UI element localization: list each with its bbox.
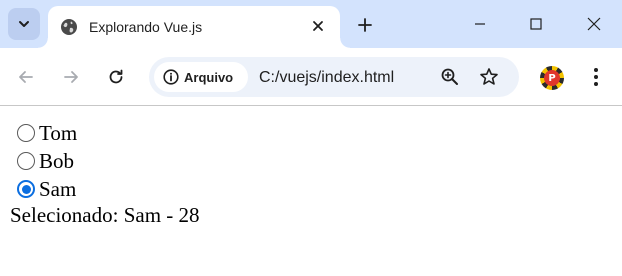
- star-icon: [480, 68, 498, 85]
- address-bar[interactable]: Arquivo C:/vuejs/index.html: [149, 57, 519, 97]
- radio-label: Bob: [39, 149, 75, 173]
- maximize-icon: [530, 18, 542, 30]
- radio-label: Sam: [39, 177, 77, 201]
- more-vertical-icon: [594, 68, 598, 86]
- tab-strip: Explorando Vue.js: [0, 0, 622, 48]
- back-button[interactable]: [11, 62, 41, 92]
- url-text[interactable]: C:/vuejs/index.html: [259, 68, 394, 87]
- close-icon: [313, 21, 323, 31]
- radio-label: Tom: [39, 121, 78, 145]
- radio-option-bob[interactable]: Bob: [17, 148, 74, 174]
- minimize-icon: [475, 23, 485, 25]
- info-icon: [163, 69, 179, 85]
- radio-button[interactable]: [17, 124, 35, 142]
- zoom-in-icon: [441, 68, 458, 85]
- profile-avatar[interactable]: P: [540, 66, 564, 90]
- tab-search-button[interactable]: [8, 8, 40, 40]
- site-info-chip[interactable]: Arquivo: [154, 62, 248, 92]
- plus-icon: [358, 18, 372, 32]
- bookmark-button[interactable]: [477, 65, 501, 89]
- browser-toolbar: Arquivo C:/vuejs/index.html P: [0, 48, 622, 106]
- back-arrow-icon: [19, 71, 33, 83]
- chevron-down-icon: [19, 21, 29, 27]
- tab-active[interactable]: Explorando Vue.js: [38, 6, 350, 48]
- page-content: Tom Bob Sam Selecionado: Sam - 28: [0, 107, 622, 276]
- radio-button-selected[interactable]: [17, 180, 35, 198]
- forward-button[interactable]: [56, 62, 86, 92]
- new-tab-button[interactable]: [352, 12, 378, 38]
- minimize-button[interactable]: [452, 0, 508, 48]
- window-close-button[interactable]: [566, 0, 622, 48]
- selected-output: Selecionado: Sam - 28: [10, 203, 200, 227]
- reload-button[interactable]: [101, 62, 131, 92]
- tab-close-button[interactable]: [308, 16, 328, 36]
- zoom-button[interactable]: [438, 65, 462, 89]
- maximize-button[interactable]: [508, 0, 564, 48]
- forward-arrow-icon: [64, 71, 78, 83]
- close-icon: [587, 17, 601, 31]
- reload-icon: [109, 69, 123, 84]
- radio-button[interactable]: [17, 152, 35, 170]
- browser-menu-button[interactable]: [584, 62, 608, 92]
- tab-title: Explorando Vue.js: [89, 19, 203, 35]
- profile-letter: P: [544, 70, 560, 86]
- radio-option-sam[interactable]: Sam: [17, 176, 76, 202]
- globe-icon: [61, 19, 77, 35]
- radio-option-tom[interactable]: Tom: [17, 120, 77, 146]
- site-info-label: Arquivo: [184, 69, 234, 85]
